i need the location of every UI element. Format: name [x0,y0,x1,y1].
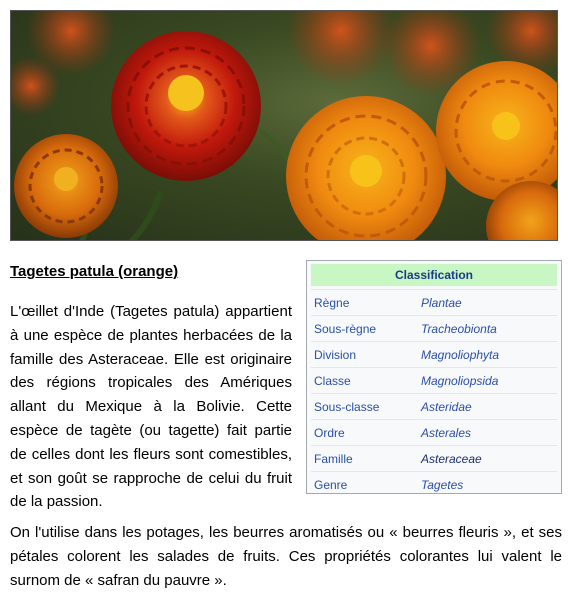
classification-infobox: Classification Règne Plantae Sous-règne … [306,260,562,494]
taxon-label[interactable]: Famille [311,452,421,466]
taxon-value[interactable]: Tracheobionta [421,322,497,336]
intro-paragraph: L'œillet d'Inde (Tagetes patula) apparti… [10,303,292,511]
taxon-label[interactable]: Genre [311,478,421,492]
infobox-title: Classification [311,264,557,286]
taxon-row-sous-classe: Sous-classe Asteridae [311,393,557,419]
taxon-value[interactable]: Asteridae [421,400,472,414]
taxon-row-regne: Règne Plantae [311,289,557,315]
taxon-label[interactable]: Sous-règne [311,322,421,336]
left-marigold [14,134,118,238]
taxon-label[interactable]: Division [311,348,421,362]
taxon-value[interactable]: Magnoliophyta [421,348,499,362]
taxon-label[interactable]: Sous-classe [311,400,421,414]
usage-paragraph: On l'utilise dans les potages, les beurr… [10,524,562,589]
taxon-value[interactable]: Asterales [421,426,471,440]
orange-marigold [286,96,446,240]
taxon-label[interactable]: Règne [311,296,421,310]
red-marigold [111,31,261,181]
taxon-row-sous-regne: Sous-règne Tracheobionta [311,315,557,341]
taxon-row-ordre: Ordre Asterales [311,419,557,445]
taxon-row-division: Division Magnoliophyta [311,341,557,367]
marigold-illustration [11,11,557,240]
taxon-row-classe: Classe Magnoliopsida [311,367,557,393]
taxon-row-genre: Genre Tagetes [311,471,557,497]
taxon-value: Asteraceae [421,451,482,466]
taxon-value[interactable]: Plantae [421,296,462,310]
taxon-value[interactable]: Magnoliopsida [421,374,498,388]
taxon-label[interactable]: Ordre [311,426,421,440]
article-title: Tagetes patula (orange) [10,263,179,280]
marigold-photo [10,10,558,241]
taxon-label[interactable]: Classe [311,374,421,388]
taxon-value[interactable]: Tagetes [421,478,463,492]
taxon-row-famille: Famille Asteraceae [311,445,557,471]
